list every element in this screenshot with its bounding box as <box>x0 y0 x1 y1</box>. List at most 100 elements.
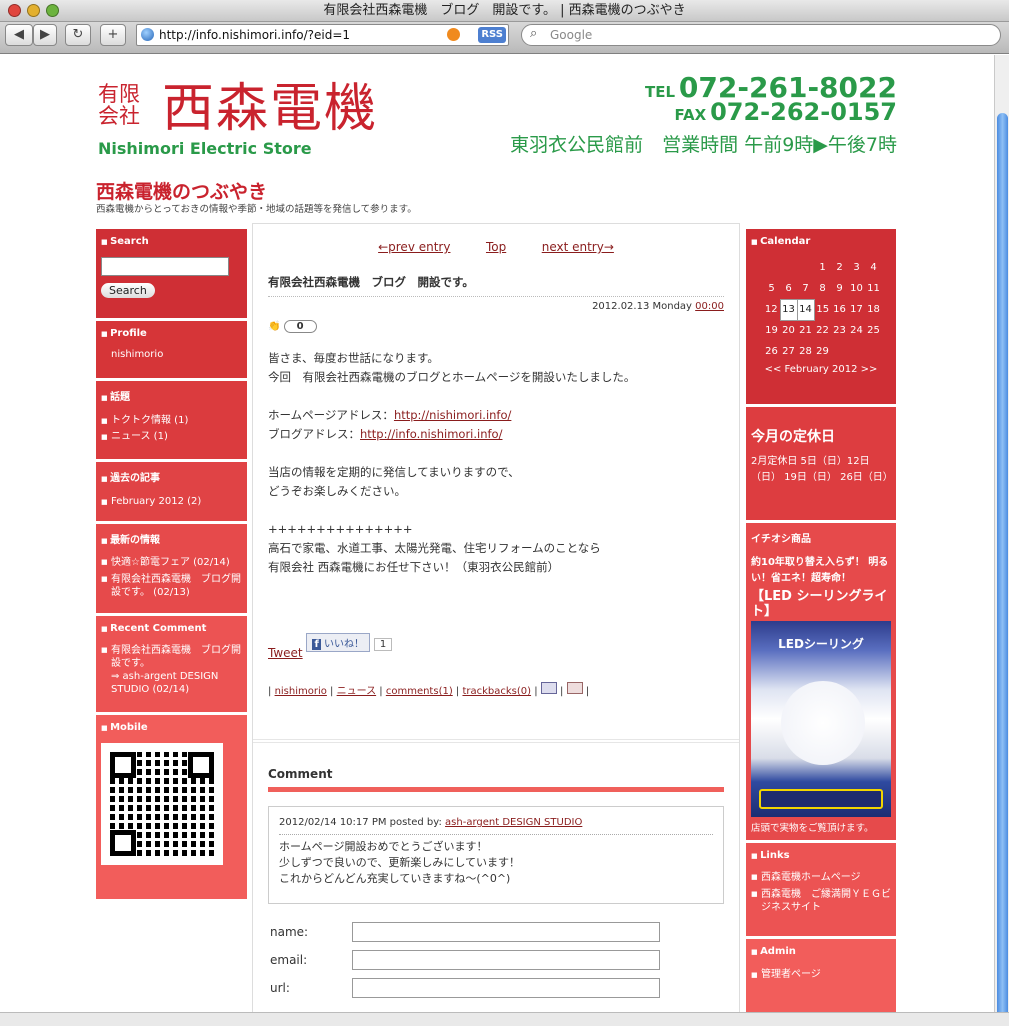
search-field[interactable]: ⌕ Google <box>521 24 1001 46</box>
top-link[interactable]: Top <box>486 240 506 254</box>
calendar-day: 10 <box>850 283 863 294</box>
hp-link[interactable]: http://nishimori.info/ <box>394 408 511 422</box>
logo-store-name[interactable]: 西森電機 <box>162 81 378 137</box>
calendar-day: 9 <box>836 283 843 294</box>
calendar-nav[interactable]: << February 2012 >> <box>751 364 891 375</box>
pick-box: イチオシ商品 約10年取り替え入らず！ 明るい！省エネ！超寿命！ 【LED シー… <box>746 523 896 843</box>
like-count: 1 <box>373 638 393 651</box>
like-button[interactable]: f いいね！ <box>306 633 371 652</box>
refresh-icon[interactable] <box>447 28 460 41</box>
search-button[interactable]: Search <box>101 283 155 298</box>
product-image-label: LEDシーリング <box>778 637 864 651</box>
holiday-box: 今月の定休日 2月定休日 5日（日）12日（日） 19日（日） 26日（日） <box>746 407 896 523</box>
blog-title[interactable]: 西森電機のつぶやき <box>96 177 267 204</box>
entry-time-link[interactable]: 00:00 <box>695 301 724 312</box>
prev-entry-link[interactable]: ←prev entry <box>378 240 450 254</box>
calendar-day <box>865 341 882 362</box>
recent-item[interactable]: 快適☆節電フェア (02/14) <box>101 556 242 569</box>
comment-item: 2012/02/14 10:17 PM posted by: ash-argen… <box>268 806 724 904</box>
author-link[interactable]: nishimorio <box>275 686 327 697</box>
body-divider: +++++++++++++++ <box>268 522 413 536</box>
calendar-day <box>763 257 780 278</box>
rss-button[interactable]: RSS <box>478 27 506 43</box>
pick-title: 【LED シーリングライト】 <box>751 589 888 619</box>
trackbacks-link[interactable]: trackbacks(0) <box>462 686 531 697</box>
comments-link[interactable]: comments(1) <box>386 686 453 697</box>
minimize-icon[interactable] <box>27 4 40 17</box>
calendar-day: 29 <box>816 346 829 357</box>
entry-title: 有限会社西森電機 ブログ 開設です。 <box>268 274 724 297</box>
topic-item[interactable]: トクトク情報 (1) <box>101 413 242 429</box>
link-item[interactable]: 西森電機ホームページ <box>751 871 891 884</box>
clap-icon[interactable]: 👏 <box>268 321 280 332</box>
back-button[interactable]: ◀ <box>5 24 33 46</box>
zoom-icon[interactable] <box>46 4 59 17</box>
horizontal-scrollbar[interactable] <box>0 1012 1009 1026</box>
calendar-day: 11 <box>867 283 880 294</box>
archive-item[interactable]: February 2012 (2) <box>101 494 242 510</box>
comment-author[interactable]: ⇒ ash-argent DESIGN STUDIO (02/14) <box>111 671 218 695</box>
right-sidebar: Calendar 1234567891011121314151617181920… <box>746 229 896 1012</box>
vertical-scrollbar[interactable] <box>994 55 1009 1026</box>
scroll-thumb[interactable] <box>997 113 1008 1026</box>
url-field[interactable] <box>352 978 660 998</box>
profile-heading: Profile <box>101 328 242 339</box>
product-image[interactable]: LEDシーリング <box>751 621 891 817</box>
admin-link[interactable]: 管理者ページ <box>751 967 891 983</box>
blog-link[interactable]: http://info.nishimori.info/ <box>360 427 502 441</box>
comment-line: ホームページ開設おめでとうございます！ <box>279 840 488 853</box>
calendar-box: Calendar 1234567891011121314151617181920… <box>746 229 896 407</box>
comment-author-link[interactable]: ash-argent DESIGN STUDIO <box>445 817 582 828</box>
fax-label: FAX <box>674 106 707 124</box>
calendar-day: 4 <box>870 262 877 273</box>
profile-name[interactable]: nishimorio <box>101 349 242 360</box>
tel-label: TEL <box>645 83 676 101</box>
calendar-day: 12 <box>764 304 778 315</box>
share-icon[interactable] <box>566 682 583 694</box>
pick-heading: イチオシ商品 <box>751 534 811 545</box>
category-link[interactable]: ニュース <box>337 686 377 697</box>
forward-button[interactable]: ▶ <box>33 24 57 46</box>
topic-item[interactable]: ニュース (1) <box>101 429 242 445</box>
email-field[interactable] <box>352 950 660 970</box>
clap-widget[interactable]: 👏 0 <box>268 320 724 333</box>
window-title: 有限会社西森電機 ブログ 開設です。 | 西森電機のつぶやき <box>323 3 686 18</box>
body-paragraph: どうぞお楽しみください。 <box>268 484 406 498</box>
entry-body: 皆さま、毎度お世話になります。 今回 有限会社西森電機のブログとホームページを開… <box>268 349 724 577</box>
archive-box: 過去の記事 February 2012 (2) <box>96 462 247 524</box>
calendar-day: 15 <box>816 304 830 315</box>
topics-heading: 話題 <box>101 388 242 403</box>
next-entry-link[interactable]: next entry→ <box>542 240 614 254</box>
main-content: ←prev entry Top next entry→ 有限会社西森電機 ブログ… <box>252 223 740 1012</box>
web-page: 有限 会社 西森電機 Nishimori Electric Store TEL … <box>0 55 994 1012</box>
reload-button[interactable]: ↻ <box>65 24 91 46</box>
calendar-day: 14 <box>796 298 815 321</box>
tweet-link[interactable]: Tweet <box>268 646 303 660</box>
browser-window: 有限会社西森電機 ブログ 開設です。 | 西森電機のつぶやき ◀ ▶ ↻ + h… <box>0 0 1009 1026</box>
globe-icon <box>141 28 154 41</box>
mobile-box: Mobile <box>96 715 247 902</box>
name-field[interactable] <box>352 922 660 942</box>
logo-company-type: 有限 会社 <box>98 82 140 128</box>
link-item[interactable]: 西森電機 ご縁満開ＹＥＧビジネスサイト <box>751 888 891 914</box>
comment-entry-link[interactable]: 有限会社西森電機 ブログ開設です。 <box>111 645 241 669</box>
logo-english-name: Nishimori Electric Store <box>98 139 312 158</box>
body-paragraph: 今回 有限会社西森電機のブログとホームページを開設いたしました。 <box>268 370 636 384</box>
calendar-day: 24 <box>850 325 863 336</box>
calendar-heading: Calendar <box>751 236 891 247</box>
address-bar[interactable]: http://info.nishimori.info/?eid=1 RSS <box>136 24 509 46</box>
search-box: Search Search <box>96 229 247 321</box>
search-input[interactable] <box>101 257 229 276</box>
bookmark-icon[interactable] <box>540 682 557 694</box>
calendar-day: 26 <box>765 346 778 357</box>
recent-entries-box: 最新の情報 快適☆節電フェア (02/14) 有限会社西森電機 ブログ開設です。 … <box>96 524 247 616</box>
calendar-day: 19 <box>765 325 778 336</box>
close-icon[interactable] <box>8 4 21 17</box>
clap-count: 0 <box>283 320 317 333</box>
title-bar: 有限会社西森電機 ブログ 開設です。 | 西森電機のつぶやき <box>0 0 1009 22</box>
topics-box: 話題 トクトク情報 (1)ニュース (1) <box>96 381 247 462</box>
recent-item[interactable]: 有限会社西森電機 ブログ開設です。 (02/13) <box>101 573 242 599</box>
add-bookmark-button[interactable]: + <box>100 24 126 46</box>
entry-date-text: 2012.02.13 Monday <box>592 301 692 312</box>
url-label: url: <box>270 981 290 995</box>
